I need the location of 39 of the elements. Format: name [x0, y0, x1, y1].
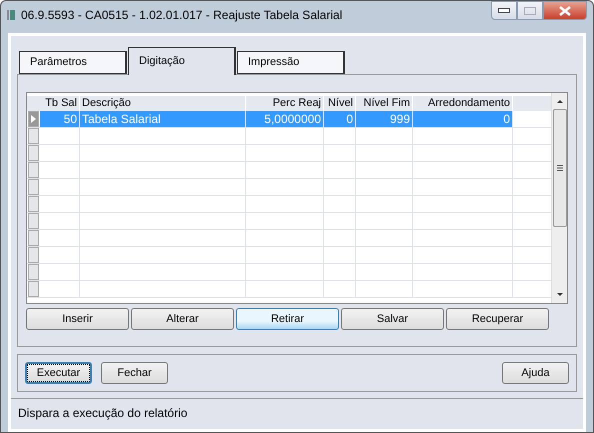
minimize-button[interactable] [491, 1, 517, 20]
status-bar: Dispara a execução do relatório [11, 398, 583, 422]
tab[interactable]: Impressão [237, 51, 345, 75]
row-header[interactable] [28, 162, 39, 178]
dialog-button[interactable]: Fechar [101, 362, 168, 384]
row-header[interactable] [28, 179, 39, 195]
row-header[interactable] [28, 264, 39, 280]
row-header[interactable] [28, 281, 39, 297]
table-cell: 0 [324, 111, 356, 127]
scroll-thumb[interactable] [552, 109, 566, 227]
row-header[interactable] [28, 196, 39, 212]
app-icon [7, 9, 15, 21]
grid-button[interactable]: Retirar [236, 308, 339, 330]
row-header[interactable] [28, 145, 39, 161]
row-header[interactable] [28, 230, 39, 246]
scrollbar[interactable] [551, 93, 567, 303]
grid-button[interactable]: Inserir [26, 308, 129, 330]
row-header[interactable] [28, 128, 39, 144]
maximize-icon [524, 6, 536, 14]
row-pointer-icon [31, 115, 36, 123]
table-cell: Tabela Salarial [80, 111, 246, 127]
row-header[interactable] [28, 247, 39, 263]
grid-button[interactable]: Recuperar [446, 308, 549, 330]
tab[interactable]: Parâmetros [19, 51, 127, 75]
dialog-button[interactable]: Executar [25, 362, 92, 384]
row-header[interactable] [28, 213, 39, 229]
grid-button[interactable]: Salvar [341, 308, 444, 330]
table-cell: 50 [40, 111, 80, 127]
table-cell: 999 [356, 111, 413, 127]
tab[interactable]: Digitação [128, 47, 236, 75]
close-button[interactable] [543, 1, 587, 20]
help-button[interactable]: Ajuda [502, 362, 569, 384]
table-cell: 5,0000000 [246, 111, 324, 127]
minimize-icon [498, 8, 510, 13]
table-cell: 0 [413, 111, 513, 127]
row-header[interactable] [28, 111, 39, 127]
window-title: 06.9.5593 - CA0515 - 1.02.01.017 - Reajuste Tabela Salarial [21, 7, 342, 24]
close-icon [559, 6, 571, 16]
grid-button[interactable]: Alterar [131, 308, 234, 330]
